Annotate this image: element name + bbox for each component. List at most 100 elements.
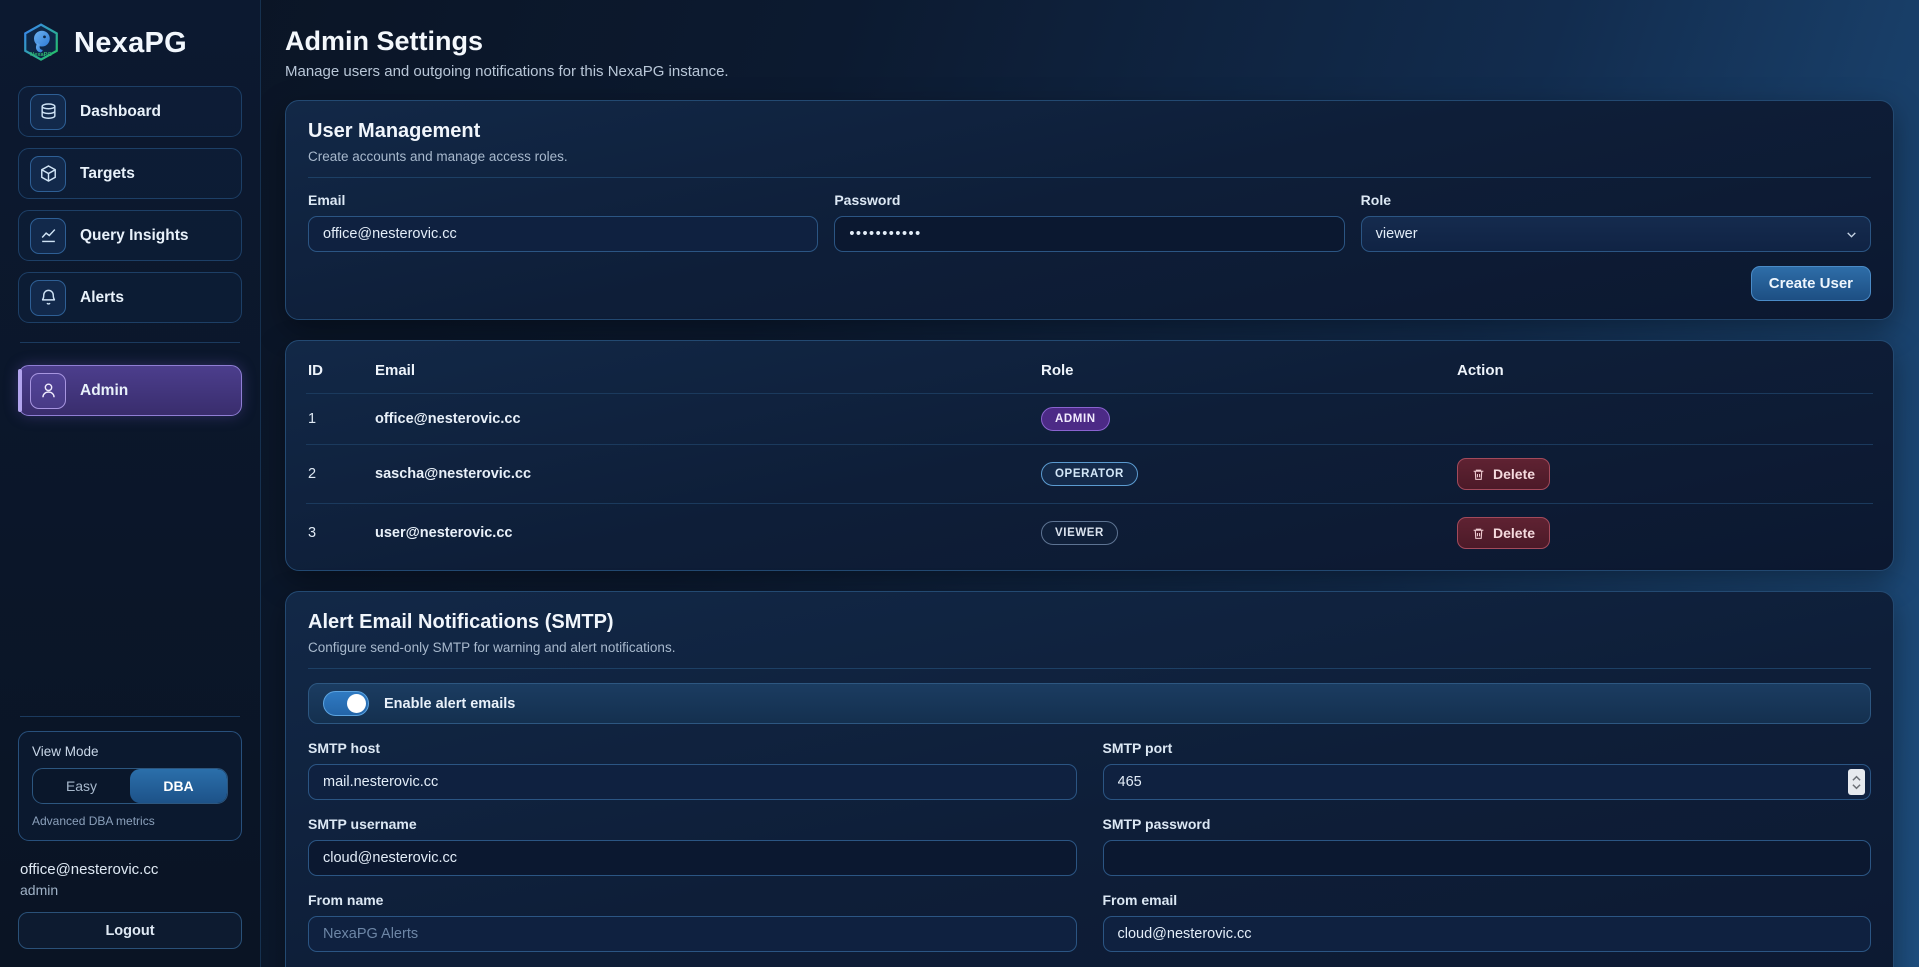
smtp-username-group: SMTP username [308,816,1077,876]
create-user-form: Email Password Role viewer [308,192,1871,252]
smtp-port-group: SMTP port [1103,740,1872,800]
view-mode-panel: View Mode Easy DBA Advanced DBA metrics [18,731,242,841]
sidebar-item-query-insights[interactable]: Query Insights [18,210,242,261]
email-field[interactable] [308,216,818,252]
logo-row: NexaPG NexaPG [18,18,242,86]
page-title: Admin Settings [285,26,1894,57]
page-subtitle: Manage users and outgoing notifications … [285,63,1894,80]
action-cell [1455,394,1873,445]
current-user-role: admin [20,882,240,898]
sidebar-bottom-divider [20,716,240,717]
column-header-action: Action [1455,346,1873,394]
user-email-cell: sascha@nesterovic.cc [373,445,1039,504]
smtp-password-label: SMTP password [1103,816,1872,832]
app-title: NexaPG [74,27,187,60]
current-user-email: office@nesterovic.cc [20,861,240,878]
from-name-field[interactable] [308,916,1077,952]
email-label: Email [308,192,818,208]
password-field-group: Password [834,192,1344,252]
view-mode-segmented-control: Easy DBA [32,768,228,804]
column-header-id: ID [306,346,373,394]
role-select-value: viewer [1376,226,1418,242]
role-badge-operator: OPERATOR [1041,462,1138,486]
action-cell: Delete [1455,445,1873,504]
sidebar-item-label: Dashboard [80,103,161,121]
create-user-button-row: Create User [308,266,1871,301]
delete-user-button[interactable]: Delete [1457,517,1550,549]
smtp-card: Alert Email Notifications (SMTP) Configu… [285,591,1894,967]
smtp-host-label: SMTP host [308,740,1077,756]
smtp-subtitle: Configure send-only SMTP for warning and… [308,640,1871,655]
sidebar-divider [20,342,240,343]
from-email-group: From email [1103,892,1872,952]
from-email-label: From email [1103,892,1872,908]
users-table: ID Email Role Action 1 office@nesterovic… [306,346,1873,562]
smtp-form-grid: SMTP host SMTP port SMTP username [308,724,1871,967]
role-field-group: Role viewer [1361,192,1871,252]
cube-icon [30,156,66,192]
create-user-button[interactable]: Create User [1751,266,1871,301]
sidebar-item-label: Targets [80,165,135,183]
toggle-knob [347,694,366,713]
smtp-password-group: SMTP password [1103,816,1872,876]
nexapg-logo-icon: NexaPG [20,22,62,64]
sidebar-item-dashboard[interactable]: Dashboard [18,86,242,137]
main-content: Admin Settings Manage users and outgoing… [261,0,1919,967]
email-field-group: Email [308,192,818,252]
card-divider [308,177,1871,178]
smtp-password-field[interactable] [1103,840,1872,876]
sidebar-item-alerts[interactable]: Alerts [18,272,242,323]
role-badge-viewer: VIEWER [1041,521,1118,545]
password-field[interactable] [834,216,1344,252]
chevron-down-icon [1845,228,1858,241]
password-label: Password [834,192,1344,208]
app-root: NexaPG NexaPG Dashboard Targets [0,0,1919,967]
user-id-cell: 2 [306,445,373,504]
smtp-username-label: SMTP username [308,816,1077,832]
number-stepper[interactable] [1848,769,1865,795]
from-name-group: From name [308,892,1077,952]
sidebar-item-label: Query Insights [80,227,189,245]
smtp-title: Alert Email Notifications (SMTP) [308,611,1871,634]
sidebar-item-label: Admin [80,382,128,400]
delete-label: Delete [1493,466,1535,482]
user-email-cell: office@nesterovic.cc [373,394,1039,445]
column-header-role: Role [1039,346,1455,394]
smtp-host-field[interactable] [308,764,1077,800]
action-cell: Delete [1455,504,1873,563]
user-id-cell: 3 [306,504,373,563]
user-management-card: User Management Create accounts and mana… [285,100,1894,320]
table-row: 3 user@nesterovic.cc VIEWER Delete [306,504,1873,563]
smtp-port-label: SMTP port [1103,740,1872,756]
sidebar: NexaPG NexaPG Dashboard Targets [0,0,261,967]
delete-user-button[interactable]: Delete [1457,458,1550,490]
role-label: Role [1361,192,1871,208]
from-email-field[interactable] [1103,916,1872,952]
bell-icon [30,280,66,316]
sidebar-item-admin[interactable]: Admin [18,365,242,416]
users-table-card: ID Email Role Action 1 office@nesterovic… [285,340,1894,571]
role-select[interactable]: viewer [1361,216,1871,252]
role-badge-admin: ADMIN [1041,407,1110,431]
sidebar-item-targets[interactable]: Targets [18,148,242,199]
user-management-subtitle: Create accounts and manage access roles. [308,149,1871,164]
enable-alert-emails-label: Enable alert emails [384,696,515,712]
sidebar-item-label: Alerts [80,289,124,307]
logout-button[interactable]: Logout [18,912,242,949]
table-row: 2 sascha@nesterovic.cc OPERATOR Delete [306,445,1873,504]
smtp-port-field[interactable] [1103,764,1872,800]
column-header-email: Email [373,346,1039,394]
chart-icon [30,218,66,254]
view-mode-option-easy[interactable]: Easy [33,769,130,803]
trash-icon [1472,468,1485,481]
view-mode-option-dba[interactable]: DBA [130,769,227,803]
view-mode-label: View Mode [32,744,228,759]
svg-text:NexaPG: NexaPG [30,52,52,58]
smtp-host-group: SMTP host [308,740,1077,800]
table-header-row: ID Email Role Action [306,346,1873,394]
delete-label: Delete [1493,525,1535,541]
smtp-username-field[interactable] [308,840,1077,876]
enable-alert-emails-toggle[interactable] [323,691,369,716]
sidebar-spacer [18,427,242,716]
user-management-title: User Management [308,120,1871,143]
